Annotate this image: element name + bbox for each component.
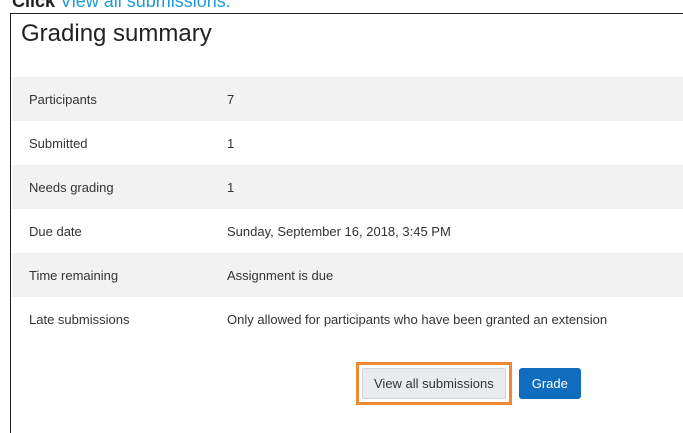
row-value: Assignment is due bbox=[227, 267, 334, 283]
table-row-time-remaining: Time remaining Assignment is due bbox=[12, 253, 683, 297]
row-label: Submitted bbox=[29, 135, 88, 151]
table-row-submitted: Submitted 1 bbox=[12, 121, 683, 165]
row-label: Late submissions bbox=[29, 311, 130, 327]
table-row-participants: Participants 7 bbox=[12, 77, 683, 121]
grade-button[interactable]: Grade bbox=[518, 368, 581, 399]
grading-summary-table: Participants 7 Submitted 1 Needs grading… bbox=[12, 77, 683, 341]
action-buttons: View all submissions Grade bbox=[356, 362, 581, 405]
instruction-link[interactable]: View all submissions. bbox=[60, 0, 231, 11]
instruction-lead: Click bbox=[12, 0, 56, 11]
highlight-box: View all submissions bbox=[356, 362, 512, 405]
row-value: Only allowed for participants who have b… bbox=[227, 311, 608, 327]
row-label: Needs grading bbox=[29, 179, 114, 195]
row-label: Time remaining bbox=[29, 267, 119, 283]
row-value: 7 bbox=[227, 91, 235, 107]
row-label: Participants bbox=[29, 91, 97, 107]
row-value: 1 bbox=[227, 179, 235, 195]
grading-summary-panel: Grading summary Participants 7 Submitted… bbox=[10, 13, 683, 433]
table-row-late-submissions: Late submissions Only allowed for partic… bbox=[12, 297, 683, 341]
row-value: 1 bbox=[227, 135, 235, 151]
page-title: Grading summary bbox=[21, 20, 212, 47]
table-row-needs-grading: Needs grading 1 bbox=[12, 165, 683, 209]
view-all-submissions-button[interactable]: View all submissions bbox=[362, 368, 506, 399]
instruction-text: Click View all submissions. bbox=[12, 0, 231, 11]
row-label: Due date bbox=[29, 223, 82, 239]
table-row-due-date: Due date Sunday, September 16, 2018, 3:4… bbox=[12, 209, 683, 253]
row-value: Sunday, September 16, 2018, 3:45 PM bbox=[227, 223, 451, 239]
